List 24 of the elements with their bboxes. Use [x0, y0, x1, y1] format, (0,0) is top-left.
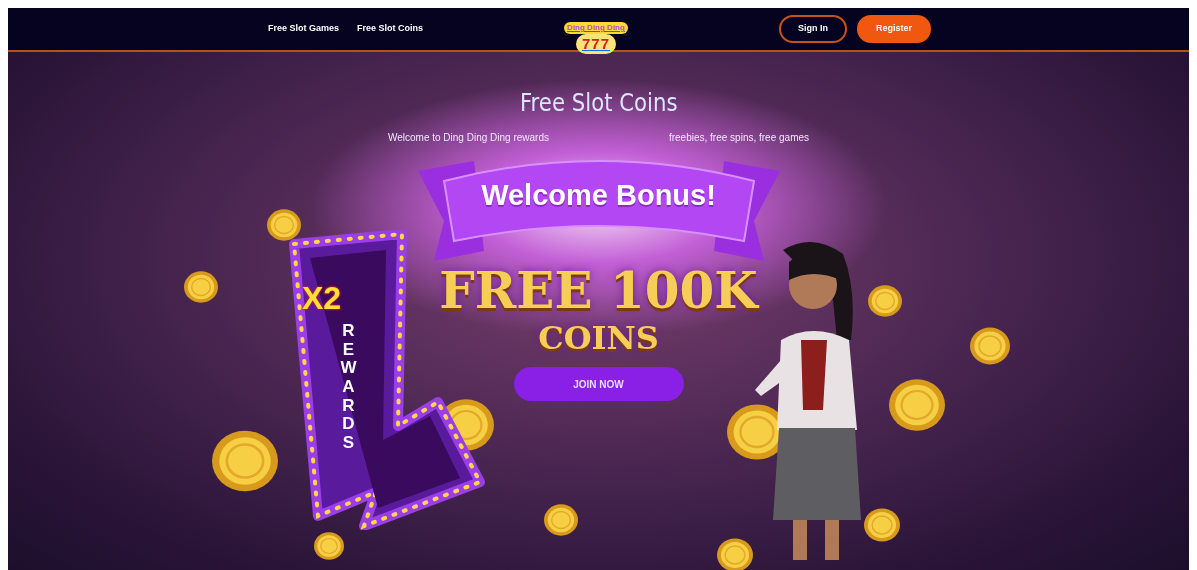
nav-link[interactable]: Free Slot Coins	[357, 22, 424, 36]
coin-icon	[314, 531, 344, 561]
intro-text: freebies, free spins, free games	[668, 131, 810, 145]
subheadline: COINS	[538, 319, 659, 357]
coin-icon	[212, 428, 278, 494]
sign-in-button[interactable]: Sign In	[779, 15, 847, 43]
coin-icon	[184, 270, 218, 304]
join-now-button[interactable]: JOIN NOW	[513, 367, 684, 401]
coin-icon	[864, 507, 900, 543]
coin-icon	[544, 503, 578, 537]
logo-text: Ding Ding Ding	[564, 22, 628, 34]
intro-text: Welcome to Ding Ding Ding rewards	[387, 131, 549, 145]
ribbon-text: Welcome Bonus!	[481, 178, 716, 214]
logo-number: 777	[576, 34, 616, 54]
coin-icon	[889, 377, 945, 433]
coin-icon	[717, 537, 753, 570]
nav-link[interactable]: Free Slot Games	[268, 22, 340, 36]
headline: FREE 100K	[439, 263, 758, 319]
multiplier-text: X2	[302, 279, 342, 318]
coin-icon	[868, 284, 902, 318]
coin-icon	[970, 326, 1010, 366]
sign-text: REWARDS	[340, 322, 357, 453]
page-title: Free Slot Coins	[519, 88, 678, 118]
coin-icon	[267, 208, 301, 242]
